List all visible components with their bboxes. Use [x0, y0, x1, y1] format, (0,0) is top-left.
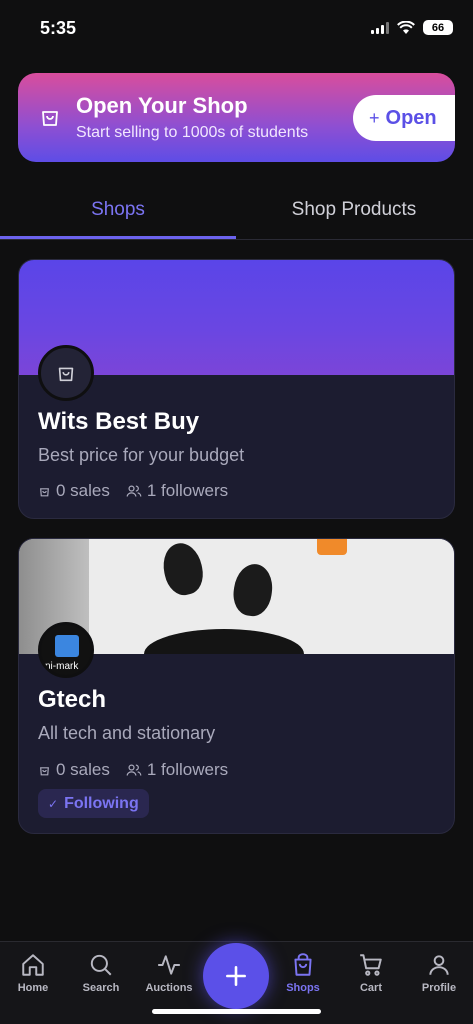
- bag-icon: [40, 487, 49, 496]
- tab-shops[interactable]: Shops: [0, 180, 236, 240]
- tab-shop-products[interactable]: Shop Products: [236, 180, 472, 240]
- open-shop-banner[interactable]: Open Your Shop Start selling to 1000s of…: [18, 73, 455, 162]
- shop-card-wits-best-buy[interactable]: Wits Best Buy Best price for your budget…: [18, 259, 455, 519]
- shop-name: Gtech: [38, 686, 107, 713]
- nav-shops-label: Shops: [286, 982, 320, 994]
- followers-count: 1 followers: [126, 481, 228, 501]
- cart-icon: [360, 954, 382, 976]
- followers-label: 1 followers: [146, 481, 229, 500]
- add-button[interactable]: [203, 943, 269, 1009]
- nav-auctions[interactable]: Auctions: [134, 952, 204, 994]
- plus-icon: +: [369, 107, 380, 128]
- home-icon: [22, 954, 44, 976]
- nav-search[interactable]: Search: [66, 952, 136, 994]
- plus-icon: [226, 966, 246, 986]
- sales-count: 0 sales: [38, 481, 110, 501]
- tab-bar: Shops Shop Products: [0, 180, 473, 240]
- user-icon: [429, 955, 449, 975]
- users-icon: [126, 764, 142, 776]
- followers-count: 1 followers: [126, 760, 228, 780]
- nav-home[interactable]: Home: [0, 952, 68, 994]
- battery-icon: 66: [423, 20, 453, 35]
- avatar-text: ni-mark: [45, 661, 79, 672]
- nav-profile-label: Profile: [421, 982, 457, 994]
- bag-icon: [40, 766, 49, 775]
- shop-meta: 0 sales 1 followers: [38, 760, 228, 780]
- nav-profile[interactable]: Profile: [404, 952, 473, 994]
- banner-title: Open Your Shop: [76, 93, 248, 118]
- following-label: Following: [64, 794, 139, 812]
- nav-auctions-label: Auctions: [145, 982, 193, 994]
- sales-count: 0 sales: [38, 760, 110, 780]
- nav-search-label: Search: [82, 982, 120, 994]
- shop-bag-icon: [58, 367, 74, 382]
- followers-label: 1 followers: [146, 760, 229, 779]
- sales-label: 0 sales: [56, 760, 110, 779]
- activity-icon: [158, 955, 180, 975]
- following-badge[interactable]: ✓ Following: [38, 789, 149, 818]
- shop-avatar: ni-mark: [38, 622, 94, 678]
- nav-cart-label: Cart: [359, 982, 382, 994]
- status-bar: 5:35 66: [0, 0, 473, 56]
- signal-icon: [371, 21, 389, 34]
- wifi-icon: [397, 20, 415, 34]
- users-icon: [126, 485, 142, 497]
- status-icons: 66: [371, 20, 453, 35]
- active-tab-indicator: [0, 236, 236, 239]
- status-time: 5:35: [40, 18, 77, 38]
- shop-bag-icon: [294, 953, 312, 976]
- shop-logo-icon: [55, 635, 79, 657]
- shop-description: Best price for your budget: [38, 445, 245, 465]
- home-indicator: [152, 1009, 321, 1014]
- banner-subtitle: Start selling to 1000s of students: [76, 124, 309, 141]
- shop-description: All tech and stationary: [38, 723, 216, 743]
- nav-home-label: Home: [17, 982, 49, 994]
- shop-card-gtech[interactable]: ni-mark Gtech All tech and stationary 0 …: [18, 538, 455, 834]
- shop-avatar: [38, 345, 94, 401]
- nav-cart[interactable]: Cart: [336, 952, 406, 994]
- nav-shops[interactable]: Shops: [268, 952, 338, 994]
- shop-name: Wits Best Buy: [38, 408, 200, 435]
- open-shop-button[interactable]: + Open: [353, 95, 455, 141]
- search-icon: [90, 954, 112, 976]
- sales-label: 0 sales: [56, 481, 110, 500]
- shop-meta: 0 sales 1 followers: [38, 481, 228, 501]
- check-icon: ✓: [48, 796, 59, 811]
- shop-bag-icon: [42, 111, 58, 126]
- open-button-label: Open: [385, 106, 437, 129]
